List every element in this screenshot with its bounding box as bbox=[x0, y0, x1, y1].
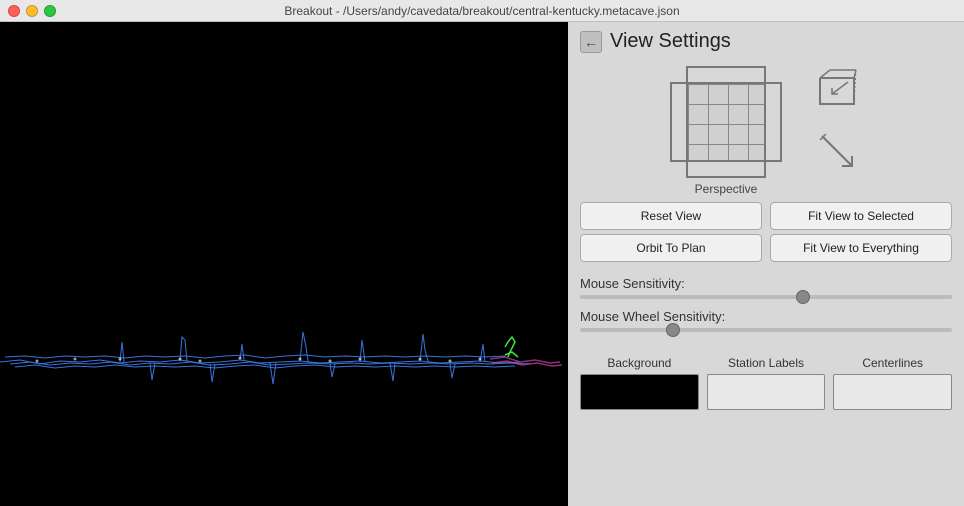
orbit-to-plan-button[interactable]: Orbit To Plan bbox=[580, 234, 762, 262]
color-boxes-section: Background Station Labels Centerlines bbox=[568, 350, 964, 416]
window-controls bbox=[8, 5, 56, 17]
centerlines-color-box[interactable] bbox=[833, 374, 952, 410]
centerlines-col: Centerlines bbox=[833, 356, 952, 410]
perspective-label: Perspective bbox=[695, 182, 758, 196]
bracket-top bbox=[686, 66, 766, 82]
button-row-2: Orbit To Plan Fit View to Everything bbox=[580, 234, 952, 262]
mouse-wheel-label: Mouse Wheel Sensitivity: bbox=[580, 309, 952, 324]
grid-middle-row bbox=[670, 82, 782, 162]
cave-viewport[interactable] bbox=[0, 22, 568, 506]
maximize-button[interactable] bbox=[44, 5, 56, 17]
mouse-sensitivity-track[interactable] bbox=[580, 295, 952, 299]
minimize-button[interactable] bbox=[26, 5, 38, 17]
station-labels-col: Station Labels bbox=[707, 356, 826, 410]
panel-toggle-button[interactable]: ← bbox=[580, 31, 602, 53]
mouse-sensitivity-label: Mouse Sensitivity: bbox=[580, 276, 952, 291]
fit-view-everything-button[interactable]: Fit View to Everything bbox=[770, 234, 952, 262]
buttons-section: Reset View Fit View to Selected Orbit To… bbox=[568, 196, 964, 268]
view-icons-container: Perspective bbox=[568, 61, 964, 196]
window-title: Breakout - /Users/andy/cavedata/breakout… bbox=[284, 4, 679, 18]
background-color-box[interactable] bbox=[580, 374, 699, 410]
inner-grid[interactable] bbox=[686, 82, 766, 162]
background-label: Background bbox=[607, 356, 671, 370]
panel-title: View Settings bbox=[610, 30, 731, 53]
cave-visualization bbox=[0, 22, 568, 506]
mouse-wheel-thumb[interactable] bbox=[666, 323, 680, 337]
reset-view-button[interactable]: Reset View bbox=[580, 202, 762, 230]
bracket-bottom bbox=[686, 162, 766, 178]
diagonal-arrow-icon[interactable] bbox=[812, 126, 862, 176]
station-labels-label: Station Labels bbox=[728, 356, 804, 370]
bracket-left bbox=[670, 82, 686, 162]
settings-panel: ← View Settings Perspective bbox=[568, 22, 964, 506]
mouse-wheel-track[interactable] bbox=[580, 328, 952, 332]
mouse-sensitivity-thumb[interactable] bbox=[796, 290, 810, 304]
close-button[interactable] bbox=[8, 5, 20, 17]
title-bar: Breakout - /Users/andy/cavedata/breakout… bbox=[0, 0, 964, 22]
button-row-1: Reset View Fit View to Selected bbox=[580, 202, 952, 230]
view-grid-wrapper: Perspective bbox=[670, 66, 782, 196]
bracket-right bbox=[766, 82, 782, 162]
toggle-icon: ← bbox=[584, 34, 598, 50]
station-labels-color-box[interactable] bbox=[707, 374, 826, 410]
centerlines-label: Centerlines bbox=[862, 356, 923, 370]
perspective-camera-icon[interactable] bbox=[812, 66, 862, 116]
background-col: Background bbox=[580, 356, 699, 410]
main-content: ← View Settings Perspective bbox=[0, 22, 964, 506]
sliders-section: Mouse Sensitivity: Mouse Wheel Sensitivi… bbox=[568, 268, 964, 350]
fit-view-selected-button[interactable]: Fit View to Selected bbox=[770, 202, 952, 230]
panel-header: ← View Settings bbox=[568, 22, 964, 61]
